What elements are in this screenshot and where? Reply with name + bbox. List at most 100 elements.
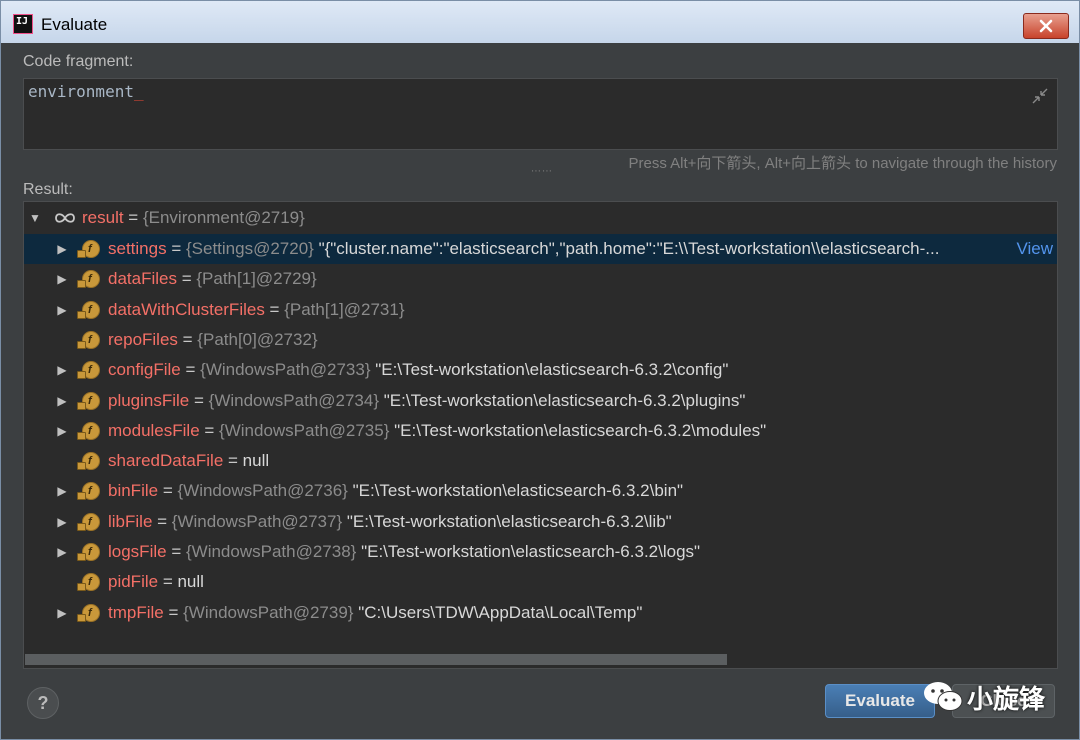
view-link[interactable]: View: [1016, 234, 1053, 264]
intellij-idea-icon: IJ: [13, 14, 33, 34]
equals-sign: =: [264, 299, 285, 319]
watch-infinity-icon: [55, 213, 75, 223]
equals-sign: =: [189, 390, 209, 410]
final-field-icon: f: [77, 482, 100, 501]
field-type: {WindowsPath@2736}: [177, 481, 348, 501]
field-type: {WindowsPath@2738}: [185, 542, 357, 561]
field-value: "E:\Test-workstation\elasticsearch-6.3.2…: [352, 481, 684, 501]
expand-arrow-icon[interactable]: ▶: [55, 386, 69, 416]
field-name: settings: [108, 239, 167, 258]
equals-sign: =: [163, 602, 184, 622]
field-value: "E:\Test-workstation\elasticsearch-6.3.2…: [394, 420, 767, 440]
code-fragment-text[interactable]: environment_: [28, 82, 144, 101]
equals-sign: =: [152, 511, 172, 531]
field-name: dataWithClusterFiles: [108, 299, 265, 319]
tree-row-pluginsFile[interactable]: ▶ f pluginsFile = {WindowsPath@2734} "E:\T…: [24, 386, 1057, 416]
equals-sign: =: [166, 542, 186, 561]
code-fragment-label: Code fragment:: [23, 53, 134, 70]
tree-row-dataWithClusterFiles[interactable]: ▶ f dataWithClusterFiles = {Path[1]@2731}: [24, 295, 1057, 325]
field-type: {Path[1]@2731}: [284, 299, 405, 319]
expand-arrow-icon[interactable]: ▶: [55, 476, 69, 506]
final-field-icon: f: [77, 512, 100, 531]
expand-arrow-icon[interactable]: ▼: [28, 203, 42, 233]
equals-sign: =: [177, 329, 198, 349]
field-value: "E:\Test-workstation\elasticsearch-6.3.2…: [346, 511, 672, 531]
field-name: pidFile: [108, 572, 159, 592]
tree-row-dataFiles[interactable]: ▶ f dataFiles = {Path[1]@2729}: [24, 264, 1057, 294]
field-value: "E:\Test-workstation\elasticsearch-6.3.2…: [383, 390, 746, 410]
result-tree[interactable]: ▼ result = {Environment@2719} ▶ f settings…: [23, 201, 1058, 669]
field-type: {Path[0]@2732}: [197, 329, 318, 349]
help-button[interactable]: ?: [27, 687, 59, 719]
field-value: null: [242, 451, 270, 471]
equals-sign: =: [176, 269, 197, 289]
final-field-icon: f: [77, 603, 100, 622]
tree-row-logsFile[interactable]: ▶ f logsFile = {WindowsPath@2738} "E:\Test…: [24, 537, 1057, 567]
result-label: Result:: [23, 181, 73, 198]
field-value: "C:\Users\TDW\AppData\Local\Temp": [358, 602, 643, 622]
evaluate-dialog: IJ Evaluate Code fragment: environment_ …: [0, 0, 1080, 740]
watermark: 小旋锋: [919, 677, 1059, 717]
title-bar[interactable]: IJ Evaluate: [1, 1, 1079, 43]
field-value: "E:\Test-workstation\elasticsearch-6.3.2…: [361, 542, 701, 561]
expand-arrow-icon[interactable]: ▶: [55, 264, 69, 294]
equals-sign: =: [180, 360, 201, 380]
field-type: {WindowsPath@2735}: [219, 420, 390, 440]
field-type: {WindowsPath@2734}: [208, 390, 380, 410]
tree-row-pidFile[interactable]: f pidFile = null: [24, 567, 1057, 597]
expand-arrow-icon[interactable]: ▶: [55, 416, 69, 446]
field-name: repoFiles: [108, 329, 178, 349]
field-name: dataFiles: [108, 269, 177, 289]
field-name: pluginsFile: [108, 390, 190, 410]
wechat-icon: [924, 682, 963, 711]
result-name: result: [82, 208, 124, 227]
watermark-text: 小旋锋: [967, 684, 1046, 714]
field-type: {WindowsPath@2737}: [171, 511, 343, 531]
final-field-icon: f: [77, 391, 100, 410]
final-field-icon: f: [77, 240, 100, 258]
final-field-icon: f: [77, 573, 100, 592]
equals-sign: =: [166, 239, 186, 258]
horizontal-scrollbar[interactable]: [25, 654, 727, 665]
expand-arrow-icon[interactable]: ▶: [55, 507, 69, 537]
equals-sign: =: [158, 572, 178, 592]
expand-arrow-icon[interactable]: ▶: [55, 234, 69, 264]
tree-row-libFile[interactable]: ▶ f libFile = {WindowsPath@2737} "E:\Test-…: [24, 507, 1057, 537]
tree-row-tmpFile[interactable]: ▶ f tmpFile = {WindowsPath@2739} "C:\Users…: [24, 598, 1057, 628]
history-hint: Press Alt+向下箭头, Alt+向上箭头 to navigate thr…: [628, 155, 1057, 172]
field-name: binFile: [108, 481, 159, 501]
field-type: {WindowsPath@2739}: [183, 602, 354, 622]
tree-row-repoFiles[interactable]: f repoFiles = {Path[0]@2732}: [24, 325, 1057, 355]
final-field-icon: f: [77, 543, 100, 561]
field-value: null: [177, 572, 204, 592]
tree-row-configFile[interactable]: ▶ f configFile = {WindowsPath@2733} "E:\Te…: [24, 355, 1057, 385]
field-value: "{"cluster.name":"elasticsearch","path.h…: [318, 239, 940, 258]
final-field-icon: f: [77, 330, 100, 349]
tree-row-result[interactable]: ▼ result = {Environment@2719}: [24, 203, 1057, 233]
resize-grip[interactable]: ⋯⋯: [531, 166, 553, 177]
expand-arrow-icon[interactable]: ▶: [55, 295, 69, 325]
field-name: logsFile: [108, 542, 167, 561]
field-type: {Settings@2720}: [185, 239, 314, 258]
equals-sign: =: [158, 481, 178, 501]
field-name: configFile: [108, 360, 181, 380]
field-name: tmpFile: [108, 602, 164, 622]
collapse-icon[interactable]: [1031, 87, 1049, 105]
field-name: modulesFile: [108, 420, 200, 440]
code-fragment-editor[interactable]: environment_: [23, 78, 1058, 150]
expand-arrow-icon[interactable]: ▶: [55, 355, 69, 385]
tree-row-settings[interactable]: ▶ f settings = {Settings@2720} "{"cluster.…: [24, 234, 1057, 264]
window-close-button[interactable]: [1023, 13, 1069, 39]
final-field-icon: f: [77, 361, 100, 380]
tree-row-modulesFile[interactable]: ▶ f modulesFile = {WindowsPath@2735} "E:\T…: [24, 416, 1057, 446]
expand-arrow-icon[interactable]: ▶: [55, 537, 69, 567]
final-field-icon: f: [77, 421, 100, 440]
field-type: {WindowsPath@2733}: [200, 360, 371, 380]
equals-sign: =: [223, 451, 243, 471]
equals-sign: =: [199, 420, 220, 440]
expand-arrow-icon[interactable]: ▶: [55, 598, 69, 628]
tree-row-binFile[interactable]: ▶ f binFile = {WindowsPath@2736} "E:\Test-…: [24, 476, 1057, 506]
field-name: libFile: [108, 511, 153, 531]
final-field-icon: f: [77, 300, 100, 319]
tree-row-sharedDataFile[interactable]: f sharedDataFile = null: [24, 446, 1057, 476]
